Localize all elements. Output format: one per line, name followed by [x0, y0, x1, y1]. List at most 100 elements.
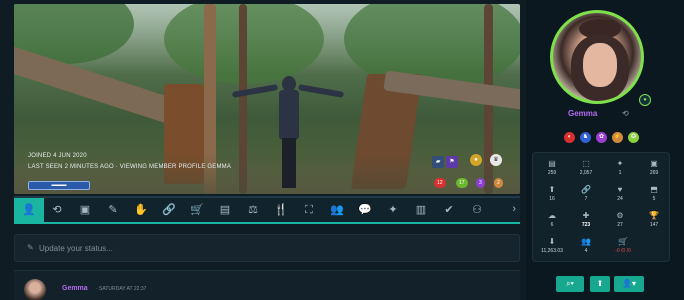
stat-value: 269: [649, 170, 659, 176]
stat-value: -0 /0 /0: [615, 248, 631, 254]
stat-icon: ✚: [582, 211, 590, 220]
person-legs: [282, 138, 296, 188]
stat-value: 7: [584, 196, 588, 202]
badge-pill-green[interactable]: 17: [456, 178, 468, 188]
role-badges: ◐ ♞ ✿ ⚡ ✪: [564, 132, 644, 144]
stat-value: 5: [652, 196, 656, 202]
check-icon[interactable]: ✔: [442, 203, 456, 217]
stat-icon: ☁: [548, 211, 556, 220]
role-badge-icon[interactable]: ⚡: [612, 132, 623, 143]
stat-trophies[interactable]: 🏆 147: [637, 211, 671, 235]
stat-icon: ✦: [616, 159, 624, 168]
search-menu-button[interactable]: ⌕▾: [556, 276, 584, 292]
stat-media[interactable]: ▣ 269: [637, 159, 671, 183]
cart-icon[interactable]: 🛒: [190, 203, 204, 217]
stat-value: 16: [549, 196, 555, 202]
badge-pill-orange[interactable]: 2: [494, 178, 503, 188]
history-icon[interactable]: ⟲: [50, 203, 64, 217]
stat-value: 11,263.03: [541, 248, 563, 254]
stat-icon: ⬆: [548, 185, 556, 194]
profile-tab-bar: 👤 ⟲ ▣ ✎ ✋ 🔗 🛒 ▤ ⚖ 🍴 ⛶ 👥 💬 ✦ ▥ ✔ ⚇ ›: [14, 196, 520, 224]
ribbon-icon[interactable]: ▰: [432, 156, 444, 168]
post-timestamp: · SATURDAY AT 22:37: [96, 286, 147, 292]
stat-cloud[interactable]: ☁ 6: [535, 211, 569, 235]
card-icon[interactable]: ▥: [414, 203, 428, 217]
person-figure: [274, 76, 302, 194]
profile-sidebar: ● Gemma ⟲ ◐ ♞ ✿ ⚡ ✪ ▤ 259 ⬚ 2,057 ✦ 1 ▣ 269 …: [526, 0, 684, 300]
gym-icon[interactable]: ⚖: [246, 203, 260, 217]
status-input[interactable]: ✎ Update your status...: [14, 234, 520, 262]
stat-likes[interactable]: ♥ 24: [603, 185, 637, 209]
stat-credits[interactable]: ⬇ 11,263.03: [535, 237, 569, 261]
user-icon[interactable]: 👤: [22, 203, 36, 217]
role-badge-icon[interactable]: ◐: [564, 132, 575, 143]
joined-date: JOINED 4 JUN 2020: [28, 153, 87, 159]
edit-icon[interactable]: ✎: [106, 203, 120, 217]
stat-points[interactable]: ✦ 1: [603, 159, 637, 183]
stat-value: 24: [617, 196, 623, 202]
progress-badge: ▬▬▬: [28, 181, 90, 190]
coin-icon[interactable]: ●: [470, 154, 482, 166]
avatar-face: [583, 43, 617, 87]
user-menu-button[interactable]: 👤▾: [614, 276, 644, 292]
trophy-icon[interactable]: ⚑: [446, 156, 458, 168]
last-seen: LAST SEEN 2 MINUTES AGO · VIEWING MEMBER…: [28, 164, 232, 170]
profile-avatar[interactable]: [550, 10, 644, 104]
stat-uploads[interactable]: ⬆ 16: [535, 185, 569, 209]
stat-icon: 🏆: [649, 211, 659, 220]
role-badge-icon[interactable]: ✿: [596, 132, 607, 143]
stat-reactions[interactable]: ✚ 723: [569, 211, 603, 235]
stat-icon: ⬚: [582, 159, 590, 168]
person-arm: [297, 84, 345, 98]
banner-badges: ▰ ⚑ ● ♛ 12 17 3 2: [432, 154, 512, 194]
stat-value: 27: [617, 222, 623, 228]
stat-icon: 🔗: [581, 185, 591, 194]
role-badge-icon[interactable]: ✪: [628, 132, 639, 143]
stat-value: 6: [550, 222, 554, 228]
profile-username: Gemma: [568, 109, 598, 118]
profile-stats-panel: ▤ 259 ⬚ 2,057 ✦ 1 ▣ 269 ⬆ 16 🔗 7 ♥ 24 ⬒ 5 ☁ 6 ✚ 72…: [532, 152, 670, 262]
stat-settings[interactable]: ⚙ 27: [603, 211, 637, 235]
stat-orders[interactable]: 🛒 -0 /0 /0: [603, 237, 643, 261]
group-icon[interactable]: 👥: [330, 203, 344, 217]
hand-icon[interactable]: ✋: [134, 203, 148, 217]
history-icon[interactable]: ⟲: [622, 109, 629, 118]
status-placeholder: Update your status...: [39, 244, 113, 253]
badge-pill-purple[interactable]: 3: [476, 178, 485, 188]
badge-pill-red[interactable]: 12: [434, 178, 446, 188]
profile-post: Gemma · SATURDAY AT 22:37: [14, 270, 520, 300]
profile-actions: ⌕▾ ⬆ 👤▾: [556, 276, 646, 292]
stat-links[interactable]: 🔗 7: [569, 185, 603, 209]
banner-info: JOINED 4 JUN 2020 LAST SEEN 2 MINUTES AG…: [28, 153, 231, 175]
stat-value: 1: [618, 170, 622, 176]
comment-icon[interactable]: 💬: [358, 203, 372, 217]
profile-cover-banner: JOINED 4 JUN 2020 LAST SEEN 2 MINUTES AG…: [14, 4, 520, 194]
stat-icon: ♥: [617, 185, 623, 194]
stat-followers[interactable]: 👥 4: [569, 237, 603, 261]
stat-icon: ⬇: [548, 237, 556, 246]
network-icon[interactable]: ⛶: [302, 203, 316, 217]
upload-button[interactable]: ⬆: [590, 276, 610, 292]
stat-posts[interactable]: ▤ 259: [535, 159, 569, 183]
stat-icon: 🛒: [618, 237, 628, 246]
stat-icon: 👥: [581, 237, 591, 246]
chef-icon[interactable]: ♛: [490, 154, 502, 166]
sparkle-icon[interactable]: ✦: [386, 203, 400, 217]
person-body: [279, 90, 299, 140]
online-status-icon: ●: [639, 94, 651, 106]
chat-icon[interactable]: ▣: [78, 203, 92, 217]
gallery-icon[interactable]: ▤: [218, 203, 232, 217]
post-author-name[interactable]: Gemma: [62, 285, 88, 292]
chevron-right-icon[interactable]: ›: [512, 203, 516, 215]
role-badge-icon[interactable]: ♞: [580, 132, 591, 143]
stat-value: 4: [584, 248, 588, 254]
stat-icon: ⚙: [616, 211, 624, 220]
post-author-avatar[interactable]: [24, 279, 46, 300]
stat-value: 147: [649, 222, 659, 228]
stat-messages[interactable]: ⬚ 2,057: [569, 159, 603, 183]
link-icon[interactable]: 🔗: [162, 203, 176, 217]
stat-icon: ▤: [548, 159, 556, 168]
stat-items[interactable]: ⬒ 5: [637, 185, 671, 209]
award-icon[interactable]: ⚇: [470, 203, 484, 217]
food-icon[interactable]: 🍴: [274, 203, 288, 217]
